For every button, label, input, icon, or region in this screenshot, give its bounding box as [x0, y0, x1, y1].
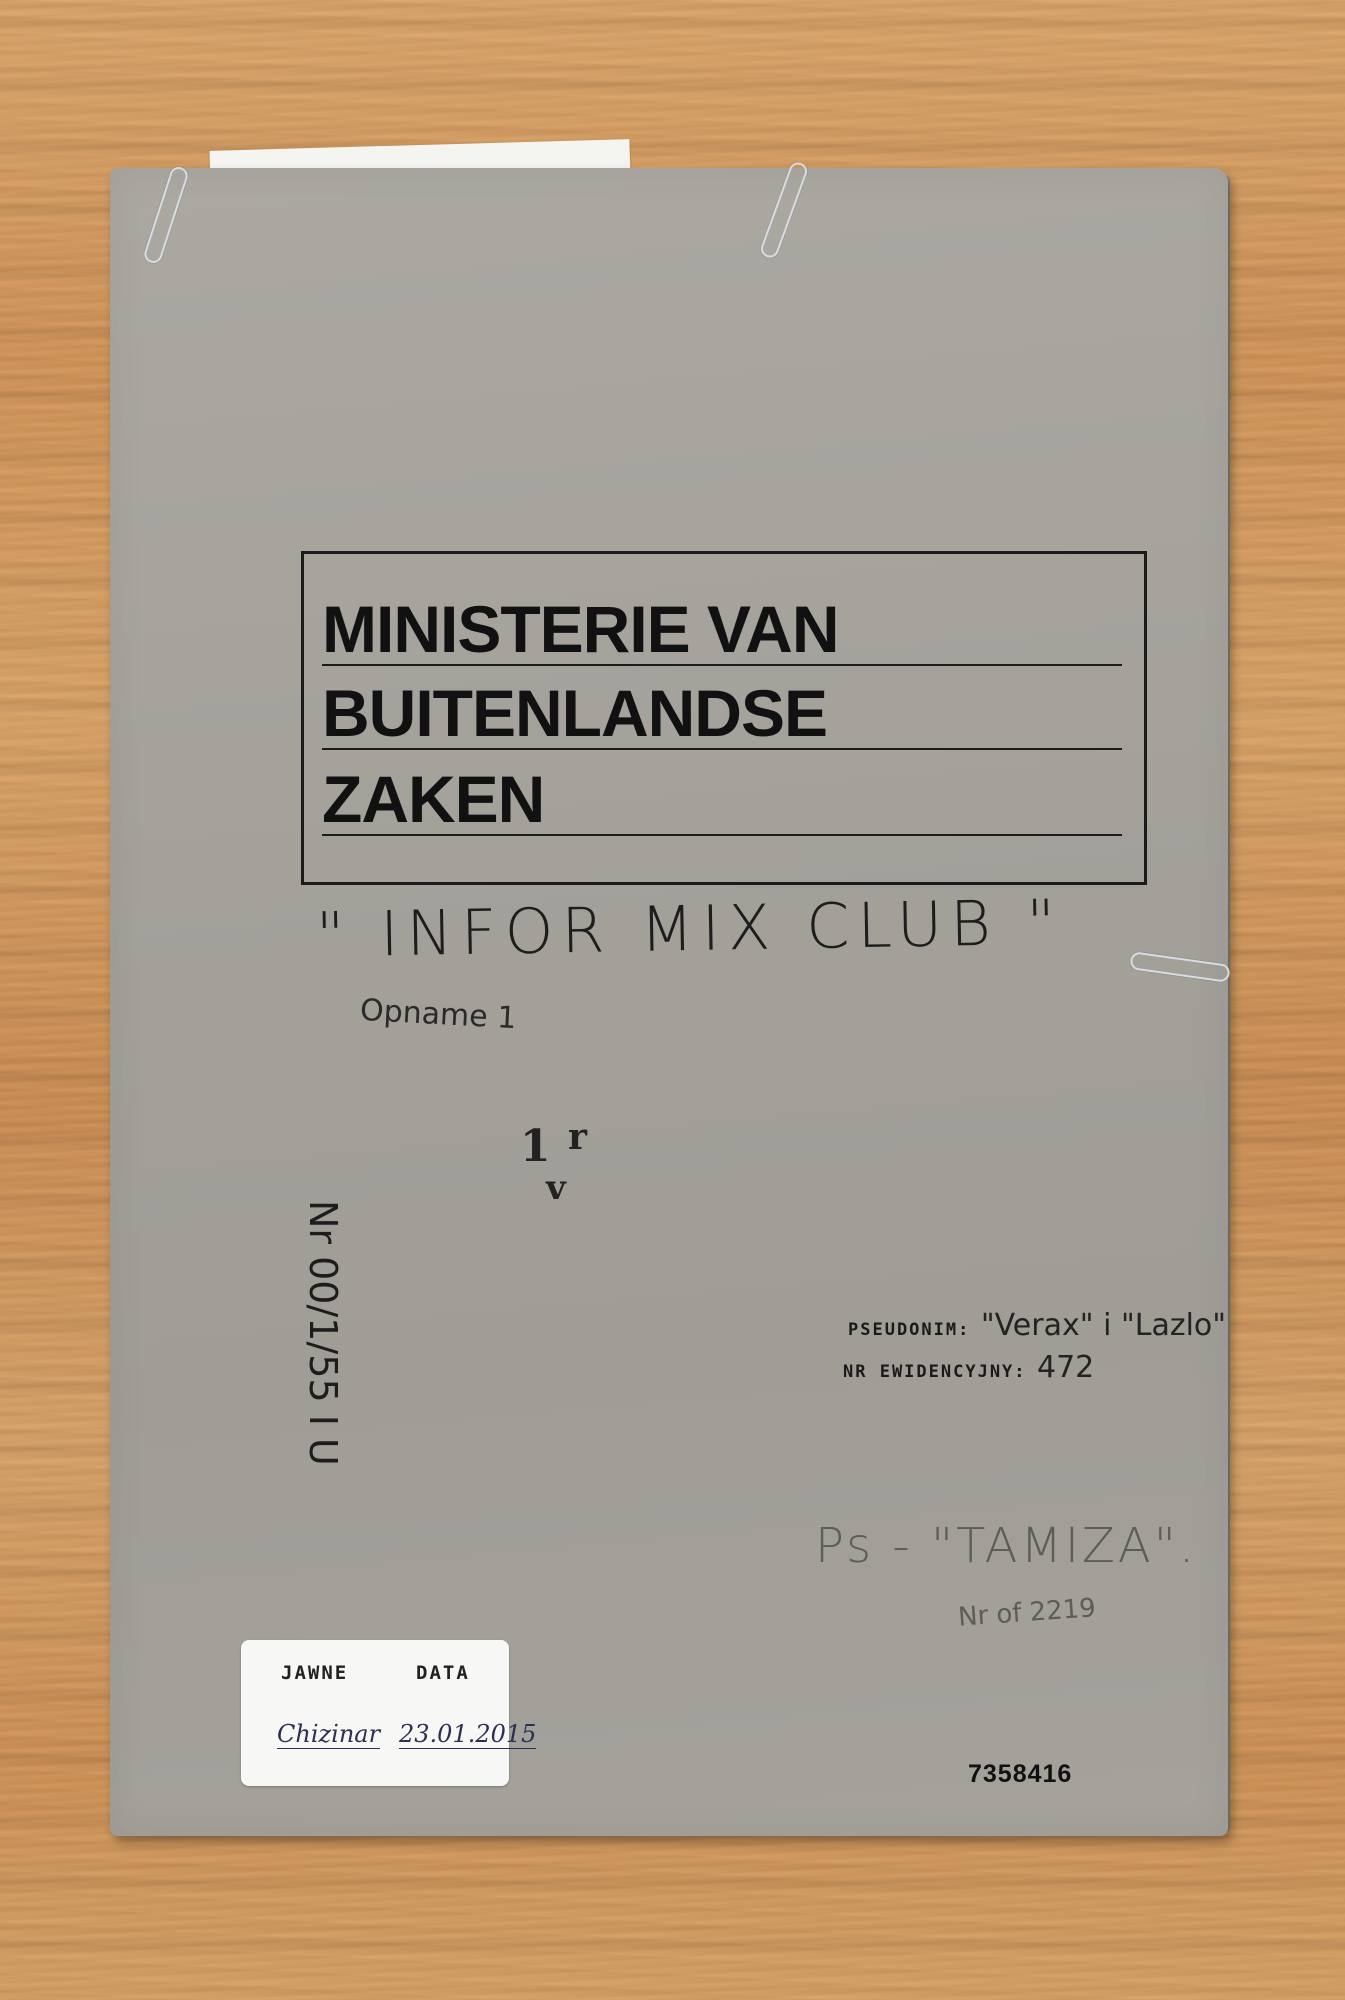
stamp-mark: 1 r v — [520, 1119, 587, 1205]
stamp-main: 1 — [520, 1121, 551, 1172]
ministry-title-box: MINISTERIE VAN BUITENLANDSE ZAKEN — [301, 551, 1147, 885]
archive-folder — [110, 168, 1228, 1836]
title-line-2: BUITENLANDSE — [322, 678, 1122, 750]
stamp-sub: v — [546, 1168, 566, 1208]
sticker-label-data: DATA — [416, 1662, 470, 1684]
sticker-signature: Chizinar — [277, 1720, 381, 1749]
pseudonim-value: "Verax" i "Lazlo" — [980, 1308, 1227, 1343]
classification-sticker: JAWNE DATA Chizinar 23.01.2015 — [241, 1640, 537, 1786]
stamp-sup: r — [568, 1116, 587, 1158]
nr-ewidencyjny-label: NR EWIDENCYJNY: — [843, 1362, 1027, 1382]
nr-ewidencyjny-row: NR EWIDENCYJNY: 472 — [843, 1350, 1094, 1385]
nr-ewidencyjny-value: 472 — [1036, 1350, 1095, 1385]
sticker-label-jawne: JAWNE — [281, 1662, 349, 1684]
pseudonim-label: PSEUDONIM: — [848, 1320, 971, 1340]
pencil-note-line-1: Ps - "TAMIZA". — [815, 1518, 1198, 1574]
pseudonim-row: PSEUDONIM: "Verax" i "Lazlo" — [848, 1308, 1226, 1343]
vertical-reference-number: Nr 00/1/55 I U — [301, 1200, 345, 1466]
sticker-date: 23.01.2015 — [399, 1720, 537, 1749]
title-line-1: MINISTERIE VAN — [322, 594, 1122, 666]
title-line-3: ZAKEN — [322, 764, 1122, 836]
archive-number: 7358416 — [968, 1760, 1073, 1788]
project-name: " INFOR MIX CLUB " — [315, 885, 1064, 972]
